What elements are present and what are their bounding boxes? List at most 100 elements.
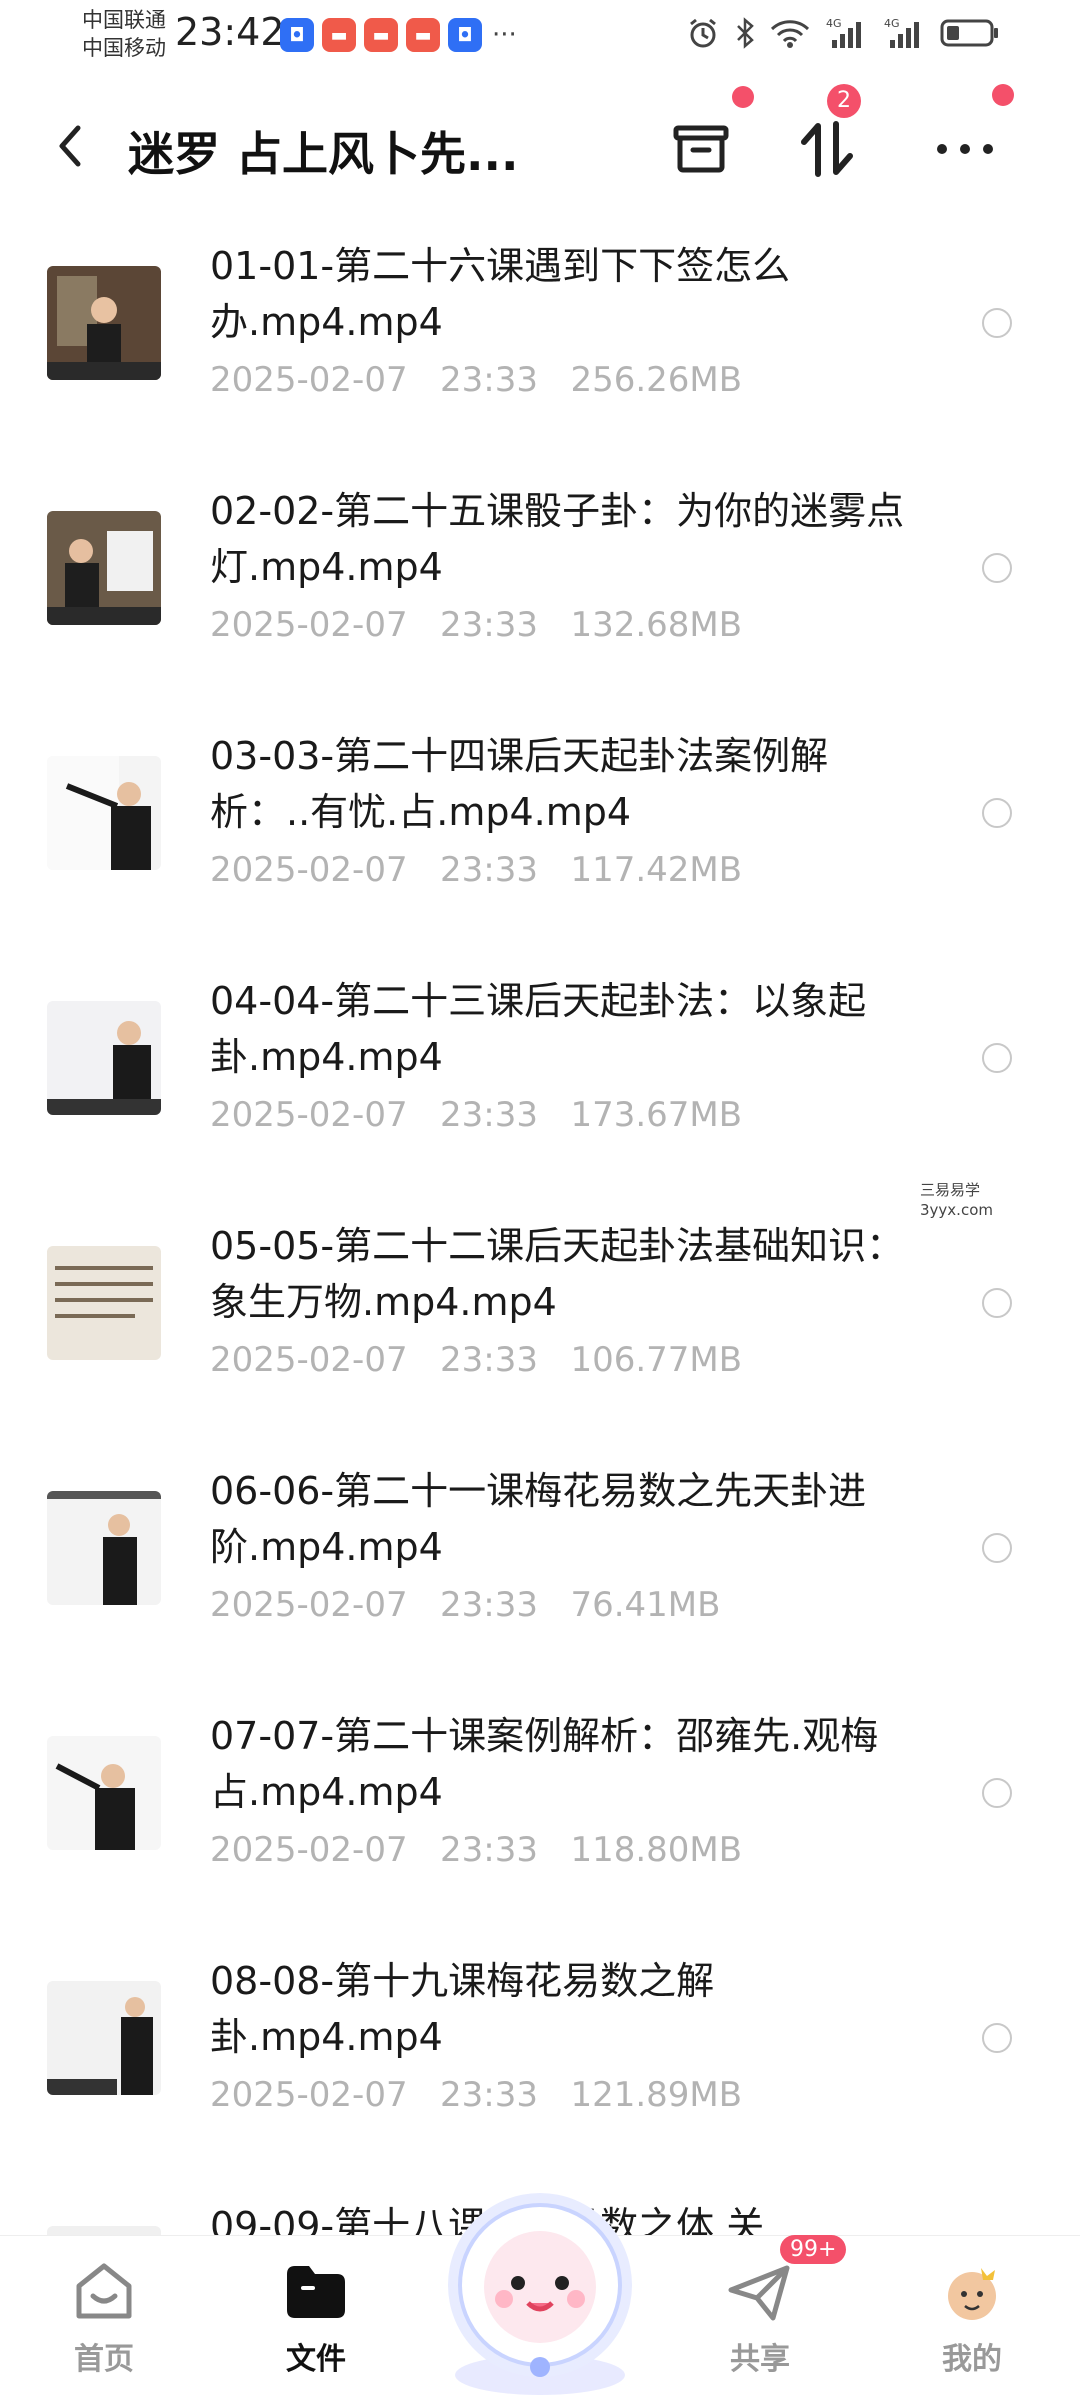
app-notification-icon: ▬ [364, 18, 398, 52]
svg-text:4G: 4G [884, 17, 900, 30]
battery-icon [940, 19, 998, 47]
carrier-2: 中国移动 [82, 36, 166, 60]
file-size: 117.42MB [570, 850, 743, 890]
file-time: 23:33 [440, 1340, 539, 1380]
file-meta: 2025-02-07 23:33 118.80MB [210, 1830, 742, 1870]
nav-share-label: 共享 [730, 2342, 790, 2377]
file-item[interactable]: 03-03-第二十四课后天起卦法案例解析：..有忧.占.mp4.mp4 2025… [0, 690, 1080, 935]
nav-mine[interactable]: 我的 [912, 2260, 1032, 2378]
carrier-info: 中国联通 中国移动 [82, 6, 166, 62]
select-radio[interactable] [982, 308, 1012, 338]
file-size: 121.89MB [570, 2075, 743, 2115]
signal-icon-1: 4G [826, 17, 861, 48]
file-name: 07-07-第二十课案例解析：邵雍先.观梅占.mp4.mp4 [210, 1714, 879, 1814]
file-date: 2025-02-07 [210, 1095, 408, 1135]
file-item[interactable]: 06-06-第二十一课梅花易数之先天卦进阶.mp4.mp4 2025-02-07… [0, 1425, 1080, 1670]
video-thumbnail [47, 266, 161, 380]
more-notification-dot [992, 84, 1014, 106]
more-button[interactable] [930, 114, 1000, 184]
file-item[interactable]: 01-01-第二十六课遇到下下签怎么办.mp4.mp4 2025-02-07 2… [0, 200, 1080, 445]
svg-text:4G: 4G [826, 17, 842, 30]
file-size: 76.41MB [570, 1585, 721, 1625]
carrier-1: 中国联通 [82, 8, 166, 32]
video-thumbnail [47, 1001, 161, 1115]
file-item[interactable]: 04-04-第二十三课后天起卦法：以象起卦.mp4.mp4 2025-02-07… [0, 935, 1080, 1180]
archive-icon [673, 125, 729, 173]
file-time: 23:33 [440, 1585, 539, 1625]
archive-notification-dot [732, 86, 754, 108]
nav-home-label: 首页 [74, 2342, 134, 2377]
file-name: 06-06-第二十一课梅花易数之先天卦进阶.mp4.mp4 [210, 1469, 867, 1569]
video-thumbnail [47, 1246, 161, 1360]
file-size: 173.67MB [570, 1095, 743, 1135]
file-time: 23:33 [440, 2075, 539, 2115]
video-thumbnail [47, 1981, 161, 2095]
select-radio[interactable] [982, 2023, 1012, 2053]
nav-files-label: 文件 [286, 2342, 346, 2377]
more-notifications-icon: ··· [492, 20, 517, 50]
transfer-icon [801, 121, 853, 177]
file-date: 2025-02-07 [210, 1830, 408, 1870]
file-meta: 2025-02-07 23:33 121.89MB [210, 2075, 742, 2115]
video-thumbnail [47, 1491, 161, 1605]
nav-share[interactable]: 共享 [700, 2260, 820, 2378]
file-meta: 2025-02-07 23:33 256.26MB [210, 360, 742, 400]
file-size: 106.77MB [570, 1340, 743, 1380]
send-icon [728, 2265, 790, 2321]
file-date: 2025-02-07 [210, 850, 408, 890]
file-item[interactable]: 05-05-第二十二课后天起卦法基础知识：象生万物.mp4.mp4 2025-0… [0, 1180, 1080, 1425]
avatar-icon [948, 2268, 996, 2320]
file-size: 132.68MB [570, 605, 743, 645]
signal-icon-2: 4G [884, 17, 919, 48]
file-time: 23:33 [440, 1095, 539, 1135]
video-thumbnail [47, 1736, 161, 1850]
select-radio[interactable] [982, 1043, 1012, 1073]
folder-icon [287, 2266, 345, 2318]
system-icons: 4G 4G [686, 16, 1000, 50]
header: 迷罗 占上风卜先... 2 [0, 84, 1080, 200]
file-date: 2025-02-07 [210, 360, 408, 400]
file-size: 256.26MB [570, 360, 743, 400]
file-time: 23:33 [440, 850, 539, 890]
more-icon [937, 144, 993, 154]
archive-button[interactable] [666, 114, 736, 184]
app-notification-icon: ◘ [280, 18, 314, 52]
alarm-icon [690, 18, 716, 48]
file-meta: 2025-02-07 23:33 173.67MB [210, 1095, 742, 1135]
file-item[interactable]: 08-08-第十九课梅花易数之解卦.mp4.mp4 2025-02-07 23:… [0, 1915, 1080, 2160]
transfer-button[interactable] [792, 114, 862, 184]
file-name: 08-08-第十九课梅花易数之解卦.mp4.mp4 [210, 1959, 715, 2059]
file-time: 23:33 [440, 605, 539, 645]
status-clock: 23:42 [175, 10, 285, 54]
file-item[interactable]: 07-07-第二十课案例解析：邵雍先.观梅占.mp4.mp4 2025-02-0… [0, 1670, 1080, 1915]
file-meta: 2025-02-07 23:33 132.68MB [210, 605, 742, 645]
file-time: 23:33 [440, 1830, 539, 1870]
select-radio[interactable] [982, 1288, 1012, 1318]
watermark-line-2: 3yyx.com [920, 1201, 993, 1219]
select-radio[interactable] [982, 1778, 1012, 1808]
file-item[interactable]: 02-02-第二十五课骰子卦：为你的迷雾点灯.mp4.mp4 2025-02-0… [0, 445, 1080, 690]
app-notification-icon: ▬ [406, 18, 440, 52]
watermark-line-1: 三易易学 [920, 1181, 981, 1199]
select-radio[interactable] [982, 798, 1012, 828]
wifi-icon [770, 20, 810, 48]
file-name: 04-04-第二十三课后天起卦法：以象起卦.mp4.mp4 [210, 979, 867, 1079]
select-radio[interactable] [982, 1533, 1012, 1563]
file-meta: 2025-02-07 23:33 106.77MB [210, 1340, 742, 1380]
file-meta: 2025-02-07 23:33 76.41MB [210, 1585, 720, 1625]
video-thumbnail [47, 511, 161, 625]
select-radio[interactable] [982, 553, 1012, 583]
notification-icons: ◘ ▬ ▬ ▬ ◘ ··· [280, 18, 517, 52]
nav-files[interactable]: 文件 [256, 2260, 376, 2378]
status-bar: 中国联通 中国移动 23:42 ◘ ▬ ▬ ▬ ◘ ··· 4G 4G [0, 0, 1080, 70]
transfer-count-badge: 2 [827, 84, 861, 118]
mascot-assistant-icon[interactable] [430, 2175, 650, 2400]
home-icon [76, 2263, 132, 2319]
file-date: 2025-02-07 [210, 1585, 408, 1625]
nav-home[interactable]: 首页 [44, 2260, 164, 2378]
file-name: 02-02-第二十五课骰子卦：为你的迷雾点灯.mp4.mp4 [210, 489, 905, 589]
back-icon[interactable] [50, 116, 90, 176]
watermark: 三易易学 3yyx.com [920, 1180, 993, 1220]
file-name: 01-01-第二十六课遇到下下签怎么办.mp4.mp4 [210, 244, 791, 344]
file-date: 2025-02-07 [210, 605, 408, 645]
